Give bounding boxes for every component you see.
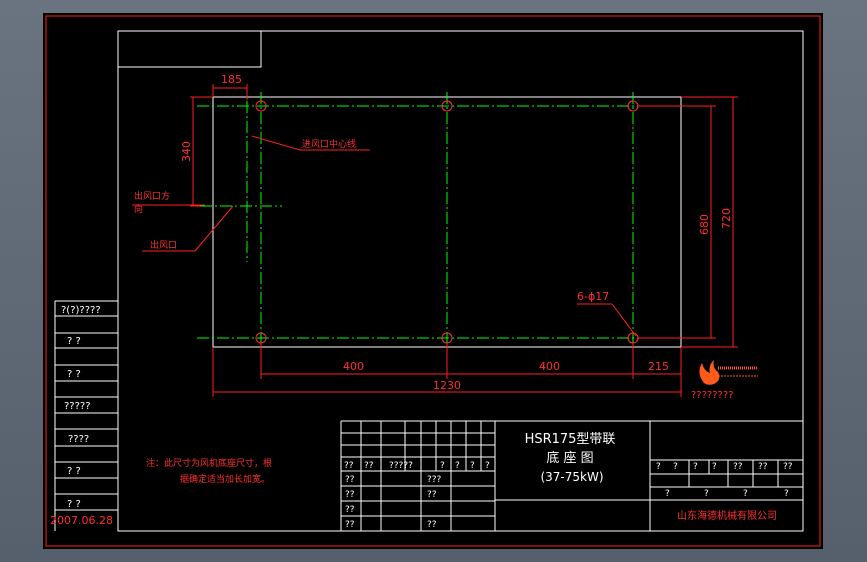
left-row-3: ?? bbox=[345, 505, 355, 515]
dim-1230: 1230 bbox=[433, 379, 461, 392]
right-row2-cell-1: ? bbox=[665, 489, 670, 499]
drawing-title: HSR175型带联 bbox=[525, 432, 616, 447]
mid-cell-7: ? bbox=[485, 461, 490, 471]
mid-cell-2: ?? bbox=[364, 461, 374, 471]
right-row2-cell-4: ? bbox=[784, 489, 789, 499]
left-strip-label-1: ?(?)???? bbox=[61, 305, 101, 316]
left-strip-label-4: ????? bbox=[64, 401, 91, 412]
left-row-2: ?? bbox=[345, 490, 355, 500]
company-name: 山东海德机械有限公司 bbox=[677, 509, 777, 522]
inlet-centerline-label: 进风口中心线 bbox=[302, 138, 356, 150]
mid-value-3: ?? bbox=[427, 520, 437, 530]
right-cell-5: ?? bbox=[733, 462, 743, 472]
dim-400-right: 400 bbox=[539, 360, 560, 373]
right-row2-cell-3: ? bbox=[743, 489, 748, 499]
left-strip-label-5: ???? bbox=[68, 434, 89, 445]
logo-text: ???????? bbox=[691, 390, 733, 401]
mid-value-2: ?? bbox=[427, 490, 437, 500]
outlet-direction-label-2: 向 bbox=[134, 203, 143, 215]
outlet-direction-label: 出风口方 bbox=[134, 190, 170, 202]
dim-holes: 6-ϕ17 bbox=[577, 290, 609, 303]
note-line-1: 注：此尺寸为风机底座尺寸，根 bbox=[146, 457, 272, 469]
dim-680: 680 bbox=[698, 214, 711, 235]
mid-cell-4: ? bbox=[440, 461, 445, 471]
outlet-label: 出风口 bbox=[150, 239, 177, 251]
cad-viewport: ?(?)???? ? ? ? ? ????? ???? ? ? ? ? 2007… bbox=[0, 0, 867, 562]
mid-cell-6: ? bbox=[470, 461, 475, 471]
right-row2-cell-2: ? bbox=[704, 489, 709, 499]
dim-185: 185 bbox=[221, 73, 242, 86]
dim-215: 215 bbox=[648, 360, 669, 373]
left-strip-label-3: ? ? bbox=[67, 369, 81, 380]
left-row-1: ?? bbox=[345, 475, 355, 485]
dim-400-left: 400 bbox=[343, 360, 364, 373]
drawing-power-range: (37-75kW) bbox=[540, 470, 603, 484]
mid-value-1: ??? bbox=[427, 475, 442, 485]
right-cell-3: ? bbox=[693, 462, 698, 472]
right-cell-4: ? bbox=[712, 462, 717, 472]
drawing-date: 2007.06.28 bbox=[50, 514, 113, 527]
note-line-2: 据确定适当加长加宽。 bbox=[180, 473, 270, 485]
dim-720: 720 bbox=[720, 208, 733, 229]
right-cell-1: ? bbox=[656, 462, 661, 472]
left-strip-label-6: ? ? bbox=[67, 466, 81, 477]
right-cell-7: ?? bbox=[783, 462, 793, 472]
mid-cell-3: ????? bbox=[389, 461, 413, 471]
left-strip-label-2: ? ? bbox=[67, 336, 81, 347]
right-cell-2: ? bbox=[673, 462, 678, 472]
right-cell-6: ?? bbox=[758, 462, 768, 472]
left-strip-label-7: ? ? bbox=[67, 499, 81, 510]
left-row-4: ?? bbox=[345, 520, 355, 530]
cad-drawing: ?(?)???? ? ? ? ? ????? ???? ? ? ? ? 2007… bbox=[43, 13, 823, 549]
mid-cell-5: ? bbox=[455, 461, 460, 471]
drawing-subtitle: 底 座 图 bbox=[546, 450, 593, 466]
mid-cell-1: ?? bbox=[344, 461, 354, 471]
dim-340: 340 bbox=[180, 141, 193, 162]
